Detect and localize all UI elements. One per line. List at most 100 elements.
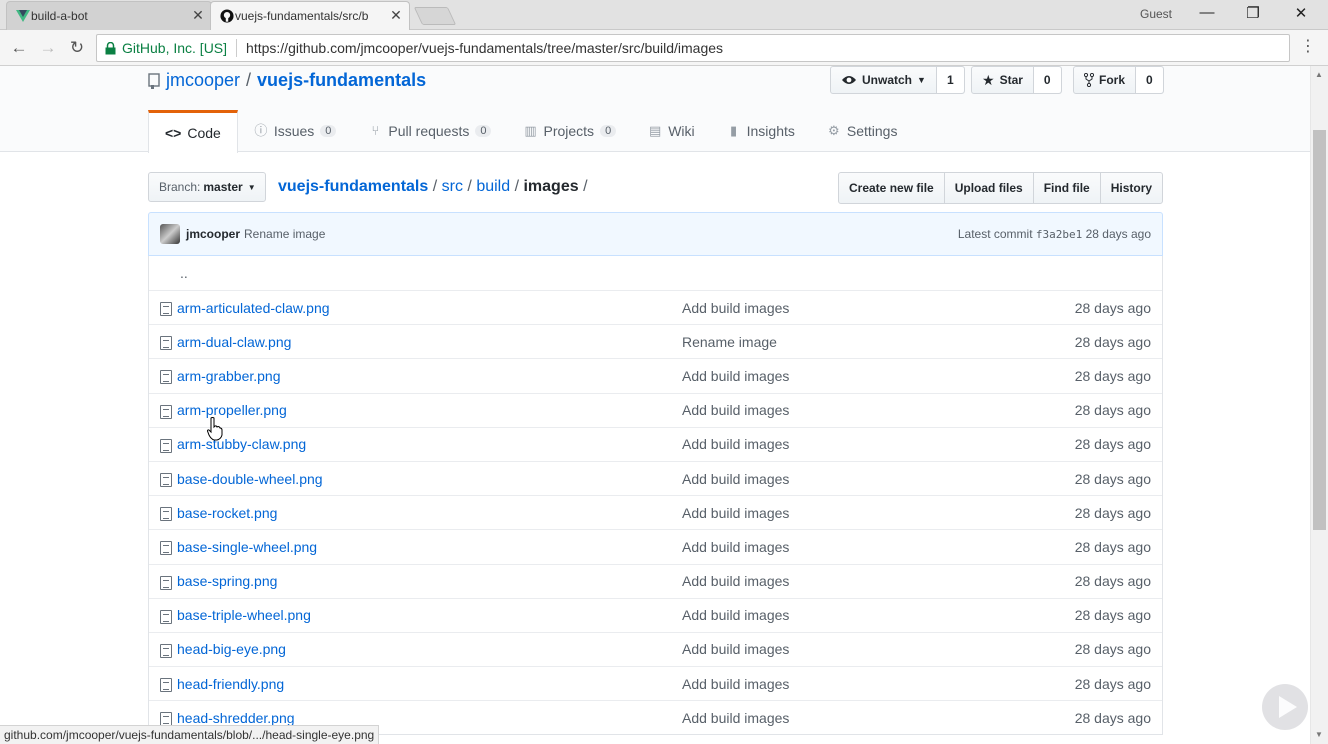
page-scrollbar[interactable]: ▲ ▼	[1310, 66, 1328, 744]
tab-insights[interactable]: ▮ Insights	[711, 110, 811, 152]
file-icon	[160, 302, 172, 316]
file-commit-message[interactable]: Add build images	[682, 300, 789, 316]
file-name-link[interactable]: head-friendly.png	[177, 676, 284, 692]
close-window-icon[interactable]: ✕	[1286, 4, 1316, 22]
address-bar[interactable]: GitHub, Inc. [US] https://github.com/jmc…	[96, 34, 1290, 62]
file-icon	[160, 370, 172, 385]
repo-owner-link[interactable]: jmcooper	[166, 70, 240, 91]
file-icon	[160, 541, 172, 556]
file-name-link[interactable]: head-big-eye.png	[177, 641, 286, 657]
repo-nav: <> Code ⓘ Issues 0 ⑂ Pull requests 0 ▥ P…	[148, 110, 914, 153]
file-commit-message[interactable]: Rename image	[682, 334, 777, 350]
fork-count[interactable]: 0	[1136, 67, 1163, 93]
github-page: jmcooper / vuejs-fundamentals Unwatch ▼ …	[0, 66, 1310, 744]
file-name-link[interactable]: arm-stubby-claw.png	[177, 436, 306, 452]
watch-count[interactable]: 1	[936, 67, 964, 93]
file-commit-message[interactable]: Add build images	[682, 436, 789, 452]
profile-label[interactable]: Guest	[1140, 7, 1172, 21]
close-tab-icon[interactable]: ✕	[191, 8, 205, 22]
tab-settings[interactable]: ⚙ Settings	[811, 110, 914, 152]
file-name-link[interactable]: base-double-wheel.png	[177, 471, 323, 487]
watch-button[interactable]: Unwatch ▼ 1	[830, 66, 965, 94]
tab-issues[interactable]: ⓘ Issues 0	[238, 110, 353, 152]
watch-label-group[interactable]: Unwatch ▼	[831, 67, 937, 93]
graph-icon: ▮	[730, 123, 738, 138]
browser-tab-vuejs-fundamentals[interactable]: vuejs-fundamentals/src/b ✕	[210, 1, 410, 30]
project-icon: ▥	[524, 123, 537, 138]
file-name-link[interactable]: base-spring.png	[177, 573, 277, 589]
file-actions: Create new file Upload files Find file H…	[838, 172, 1164, 204]
upload-files-button[interactable]: Upload files	[945, 173, 1034, 203]
latest-commit-info: Latest commit f3a2be1 28 days ago	[958, 227, 1151, 241]
file-commit-message[interactable]: Add build images	[682, 402, 789, 418]
address-divider	[236, 39, 238, 57]
issue-icon: ⓘ	[254, 123, 268, 138]
file-commit-message[interactable]: Add build images	[682, 607, 789, 623]
browser-tab-title: build-a-bot	[31, 9, 88, 23]
file-list: .. arm-articulated-claw.png Add build ima…	[148, 256, 1163, 736]
tab-label: Projects	[543, 123, 595, 139]
file-name-link[interactable]: arm-articulated-claw.png	[177, 300, 330, 316]
file-name-link[interactable]: arm-dual-claw.png	[177, 334, 291, 350]
breadcrumb-separator: /	[583, 178, 588, 195]
file-name-link[interactable]: arm-propeller.png	[177, 402, 287, 418]
file-name-link[interactable]: arm-grabber.png	[177, 368, 281, 384]
file-commit-message[interactable]: Add build images	[682, 676, 789, 692]
commit-message[interactable]: Rename image	[244, 227, 325, 241]
parent-directory-row[interactable]: ..	[149, 256, 1162, 290]
browser-tab-build-a-bot[interactable]: build-a-bot ✕	[6, 1, 212, 30]
table-row: arm-grabber.png Add build images 28 days a…	[149, 358, 1162, 392]
table-row: head-friendly.png Add build images 28 days…	[149, 666, 1162, 700]
tab-code[interactable]: <> Code	[148, 110, 238, 153]
commit-sha[interactable]: f3a2be1	[1036, 228, 1082, 241]
branch-select[interactable]: Branch: master ▼	[148, 172, 266, 202]
avatar[interactable]	[160, 224, 180, 244]
breadcrumb-build[interactable]: build	[476, 178, 510, 195]
tab-pull-requests[interactable]: ⑂ Pull requests 0	[352, 110, 507, 152]
history-button[interactable]: History	[1101, 173, 1162, 203]
file-commit-message[interactable]: Add build images	[682, 641, 789, 657]
file-name-link[interactable]: head-shredder.png	[177, 710, 295, 726]
breadcrumb-src[interactable]: src	[442, 178, 463, 195]
parent-directory-link[interactable]: ..	[180, 265, 188, 281]
tab-label: Pull requests	[388, 123, 470, 139]
scroll-down-arrow-icon[interactable]: ▼	[1315, 730, 1323, 739]
restore-icon[interactable]: ❐	[1238, 4, 1268, 22]
star-button[interactable]: ★ Star 0	[971, 66, 1062, 94]
fork-label-group[interactable]: Fork	[1074, 67, 1137, 93]
file-name-link[interactable]: base-triple-wheel.png	[177, 607, 311, 623]
play-overlay-icon[interactable]	[1262, 684, 1308, 730]
file-commit-message[interactable]: Add build images	[682, 710, 789, 726]
find-file-button[interactable]: Find file	[1034, 173, 1101, 203]
repo-icon	[148, 72, 160, 89]
new-tab-button[interactable]	[413, 7, 457, 25]
scroll-up-arrow-icon[interactable]: ▲	[1315, 70, 1323, 79]
url-text[interactable]: https://github.com/jmcooper/vuejs-fundam…	[246, 40, 723, 56]
back-arrow-icon[interactable]: ←	[8, 37, 30, 59]
file-commit-message[interactable]: Add build images	[682, 471, 789, 487]
breadcrumb-root[interactable]: vuejs-fundamentals	[278, 178, 428, 195]
create-new-file-button[interactable]: Create new file	[839, 173, 945, 203]
file-name-link[interactable]: base-rocket.png	[177, 505, 277, 521]
file-commit-message[interactable]: Add build images	[682, 505, 789, 521]
scrollbar-thumb[interactable]	[1313, 130, 1326, 530]
file-age: 28 days ago	[1074, 504, 1151, 521]
file-commit-message[interactable]: Add build images	[682, 539, 789, 555]
close-tab-icon[interactable]: ✕	[389, 8, 403, 22]
tab-label: Wiki	[668, 123, 695, 139]
tab-wiki[interactable]: ▤ Wiki	[632, 110, 710, 152]
file-commit-message[interactable]: Add build images	[682, 368, 789, 384]
star-label-group[interactable]: ★ Star	[972, 67, 1034, 93]
commit-author[interactable]: jmcooper	[186, 227, 240, 241]
repo-header: jmcooper / vuejs-fundamentals Unwatch ▼ …	[0, 66, 1310, 153]
reload-icon[interactable]: ↻	[66, 37, 88, 59]
forward-arrow-icon[interactable]: →	[37, 37, 59, 59]
file-commit-message[interactable]: Add build images	[682, 573, 789, 589]
file-name-link[interactable]: base-single-wheel.png	[177, 539, 317, 555]
fork-button[interactable]: Fork 0	[1073, 66, 1164, 94]
star-count[interactable]: 0	[1033, 67, 1061, 93]
minimize-icon[interactable]: —	[1192, 4, 1222, 21]
browser-menu-icon[interactable]: ⋮	[1300, 38, 1316, 56]
repo-name-link[interactable]: vuejs-fundamentals	[257, 70, 426, 91]
tab-projects[interactable]: ▥ Projects 0	[507, 110, 632, 152]
